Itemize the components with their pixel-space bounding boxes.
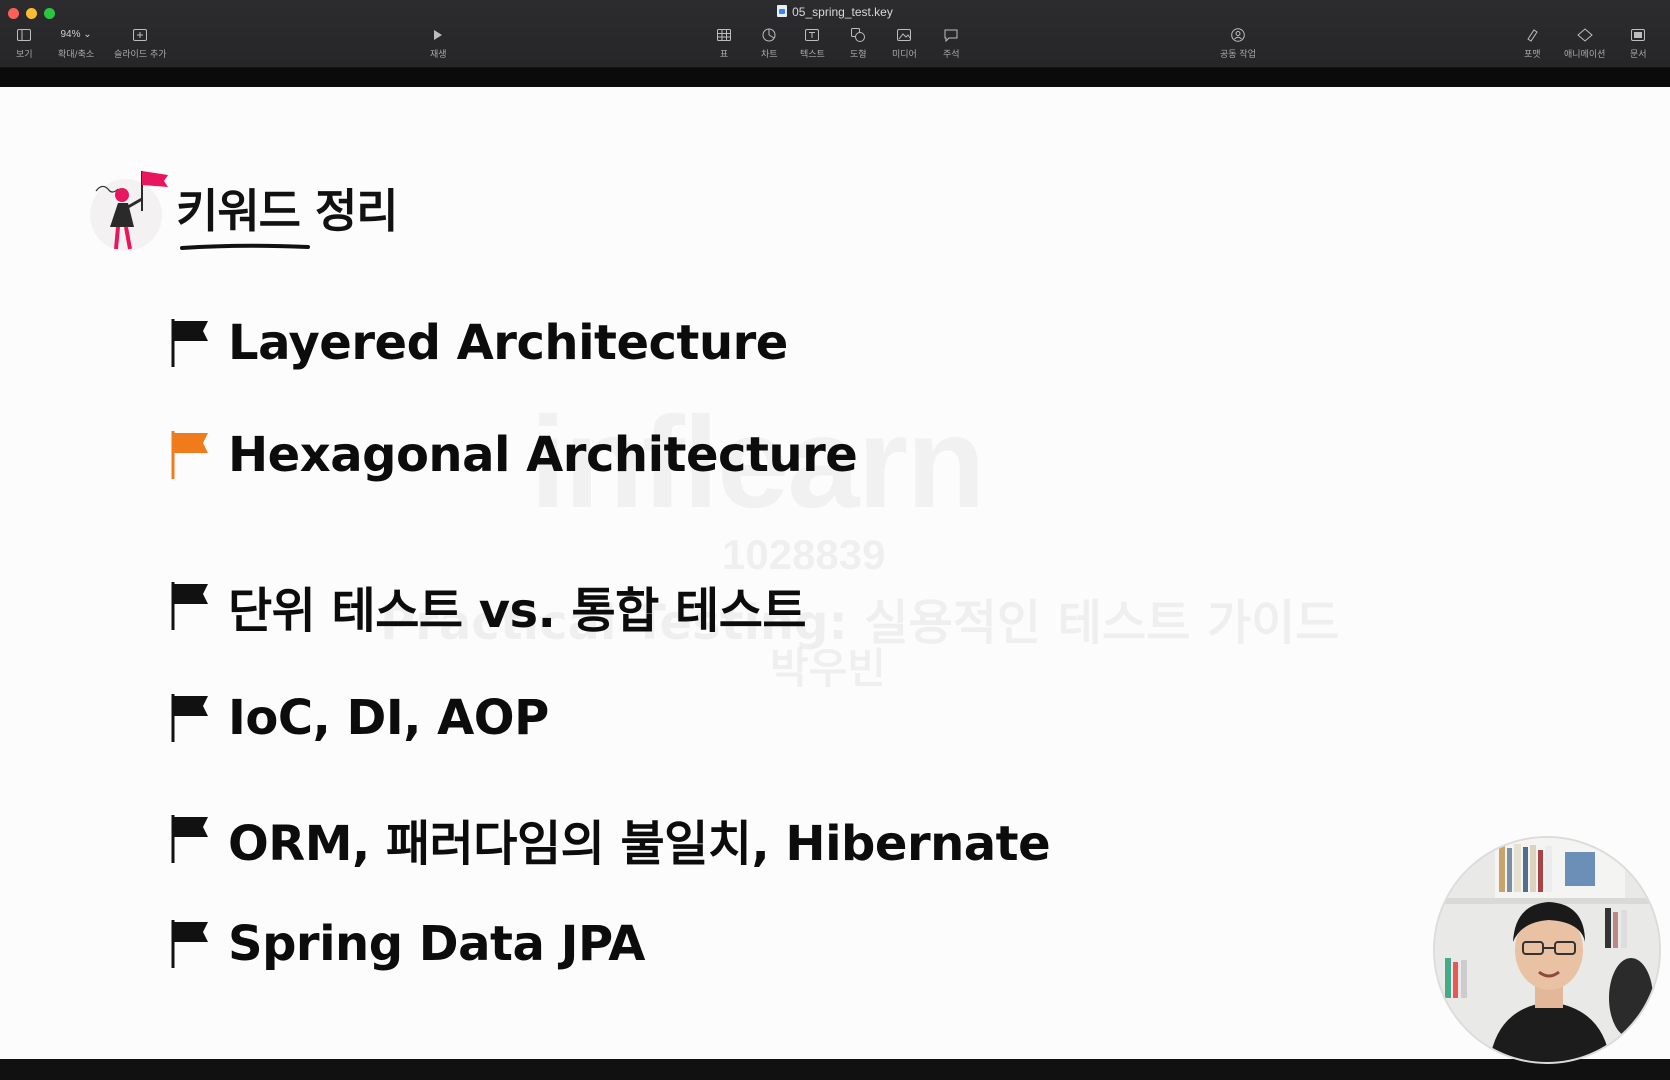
document-file-name: 05_spring_test.key (792, 5, 893, 19)
presenter-video-frame (1435, 838, 1659, 1062)
keyword-text: Layered Architecture (228, 315, 788, 371)
keyword-text: ORM, 패러다임의 불일치, Hibernate (228, 816, 1051, 872)
slide-title: 키워드 정리 (176, 184, 399, 238)
keyword-item: Layered Architecture (170, 315, 788, 371)
presenter-webcam (1433, 836, 1661, 1064)
shape-icon (851, 28, 866, 42)
zoom-value: 94% ⌄ (60, 29, 92, 40)
chart-button[interactable]: 차트 (761, 28, 778, 60)
text-box-icon (805, 28, 820, 42)
keyword-item-highlighted: Hexagonal Architecture (170, 427, 858, 483)
keyword-text: IoC, DI, AOP (228, 690, 549, 746)
sidebar-icon (17, 28, 32, 42)
add-slide-button[interactable]: 슬라이드 추가 (114, 28, 167, 60)
girl-with-flag-illustration (90, 171, 168, 251)
orange-flag-icon (171, 431, 208, 479)
flag-icon (171, 694, 208, 742)
format-button[interactable]: 포맷 (1524, 28, 1541, 60)
chart-label: 차트 (761, 50, 778, 60)
play-label: 재생 (430, 50, 447, 60)
play-button[interactable]: 재생 (430, 28, 447, 60)
media-label: 미디어 (892, 50, 917, 60)
animate-icon (1576, 28, 1593, 42)
view-button[interactable]: 보기 (16, 28, 33, 60)
document-title: 05_spring_test.key (0, 5, 1670, 19)
collaborate-label: 공동 작업 (1220, 50, 1256, 60)
collaborate-button[interactable]: 공동 작업 (1220, 28, 1256, 60)
slide-canvas[interactable]: inflearn 1028839 Practical Testing: 실용적인… (0, 87, 1670, 1059)
text-label: 텍스트 (800, 50, 825, 60)
table-button[interactable]: 표 (717, 28, 731, 60)
keyword-item: IoC, DI, AOP (170, 690, 549, 746)
watermark-author: 박우빈 (770, 644, 886, 693)
keyword-text: Spring Data JPA (228, 916, 645, 972)
chart-icon (762, 28, 776, 42)
keyword-item: Spring Data JPA (170, 916, 645, 972)
table-icon (717, 28, 731, 42)
view-label: 보기 (16, 50, 33, 60)
animate-button[interactable]: 애니메이션 (1564, 28, 1605, 60)
media-button[interactable]: 미디어 (892, 28, 917, 60)
canvas-top-margin (0, 68, 1670, 87)
zoom-button[interactable]: 94% ⌄ 확대/축소 (58, 28, 94, 60)
comment-button[interactable]: 주석 (943, 28, 960, 60)
add-slide-icon (133, 28, 148, 42)
canvas-bottom-margin (0, 1059, 1670, 1080)
play-icon (433, 28, 443, 42)
title-underline (180, 243, 310, 250)
document-button[interactable]: 문서 (1630, 28, 1647, 60)
paintbrush-icon (1525, 28, 1539, 42)
animate-label: 애니메이션 (1564, 50, 1606, 60)
document-inspector-icon (1631, 28, 1646, 42)
keyword-item: 단위 테스트 vs. 통합 테스트 (170, 571, 807, 641)
shape-button[interactable]: 도형 (850, 28, 867, 60)
comment-label: 주석 (943, 50, 960, 60)
chevron-down-icon: ⌄ (83, 29, 92, 40)
keynote-document-icon (777, 5, 788, 17)
format-label: 포맷 (1524, 50, 1541, 60)
flag-icon (171, 582, 208, 630)
document-label: 문서 (1630, 50, 1647, 60)
keynote-toolbar: 05_spring_test.key 보기 94% ⌄ 확대/축소 슬라이드 추… (0, 0, 1670, 68)
image-icon (897, 28, 912, 42)
zoom-label: 확대/축소 (58, 50, 95, 60)
keyword-item: ORM, 패러다임의 불일치, Hibernate (170, 804, 1051, 874)
add-slide-label: 슬라이드 추가 (114, 50, 167, 60)
text-button[interactable]: 텍스트 (800, 28, 825, 60)
comment-icon (944, 28, 958, 42)
keyword-text: 단위 테스트 vs. 통합 테스트 (228, 583, 807, 639)
flag-icon (171, 815, 208, 863)
collaborate-icon (1230, 28, 1246, 42)
flag-icon (171, 920, 208, 968)
shape-label: 도형 (850, 50, 867, 60)
keyword-text: Hexagonal Architecture (228, 427, 858, 483)
table-label: 표 (719, 50, 729, 60)
flag-icon (171, 319, 208, 367)
